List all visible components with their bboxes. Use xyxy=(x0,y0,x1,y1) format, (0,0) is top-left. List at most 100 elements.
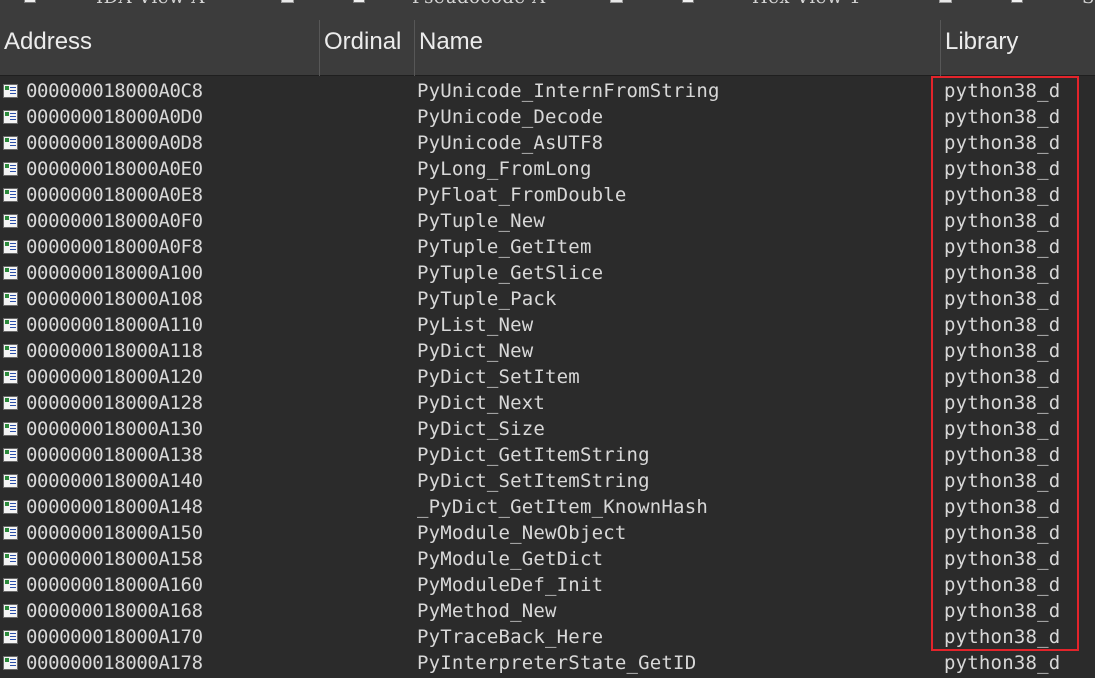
column-header-library[interactable]: Library xyxy=(941,20,1095,76)
table-row[interactable]: 000000018000A118 PyDict_New python38_d xyxy=(0,338,1095,364)
column-header-name[interactable]: Name xyxy=(415,20,941,76)
address-cell: 000000018000A100 xyxy=(26,262,203,284)
import-function-icon xyxy=(3,162,18,176)
name-cell: PyDict_SetItemString xyxy=(417,470,650,492)
table-row[interactable]: 000000018000A0F0 PyTuple_New python38_d xyxy=(0,208,1095,234)
column-header-ordinal[interactable]: Ordinal xyxy=(320,20,415,76)
strings-icon xyxy=(1011,0,1023,3)
library-cell: python38_d xyxy=(944,288,1061,310)
import-function-icon xyxy=(3,630,18,644)
name-cell: PyUnicode_AsUTF8 xyxy=(417,132,604,154)
import-function-icon xyxy=(3,240,18,254)
import-function-icon xyxy=(3,552,18,566)
tab-label: IDA View-A xyxy=(96,0,205,8)
library-cell: python38_d xyxy=(944,236,1061,258)
library-cell: python38_d xyxy=(944,106,1061,128)
name-cell: PyTuple_New xyxy=(417,210,546,232)
library-cell: python38_d xyxy=(944,314,1061,336)
import-function-icon xyxy=(3,500,18,514)
library-cell: python38_d xyxy=(944,626,1061,648)
address-cell: 000000018000A158 xyxy=(26,548,203,570)
import-function-icon xyxy=(3,604,18,618)
name-cell: PyDict_SetItem xyxy=(417,366,580,388)
table-row[interactable]: 000000018000A0E0 PyLong_FromLong python38_… xyxy=(0,156,1095,182)
column-header: Address Ordinal Name Library xyxy=(0,20,1095,76)
import-function-icon xyxy=(3,370,18,384)
name-cell: PyUnicode_InternFromString xyxy=(417,80,720,102)
table-row[interactable]: 000000018000A108 PyTuple_Pack python38_d xyxy=(0,286,1095,312)
name-cell: PyTuple_GetSlice xyxy=(417,262,604,284)
address-cell: 000000018000A0D8 xyxy=(26,132,203,154)
table-row[interactable]: 000000018000A140 PyDict_SetItemString pyth… xyxy=(0,468,1095,494)
table-row[interactable]: 000000018000A0D0 PyUnicode_Decode python38… xyxy=(0,104,1095,130)
table-row[interactable]: 000000018000A0C8 PyUnicode_InternFromStri… xyxy=(0,78,1095,104)
import-function-icon xyxy=(3,188,18,202)
import-function-icon xyxy=(3,656,18,670)
table-row[interactable]: 000000018000A178 PyInterpreterState_GetID… xyxy=(0,650,1095,676)
table-row[interactable]: 000000018000A110 PyList_New python38_d xyxy=(0,312,1095,338)
import-function-icon xyxy=(3,318,18,332)
table-row[interactable]: 000000018000A160 PyModuleDef_Init python38… xyxy=(0,572,1095,598)
name-cell: PyModuleDef_Init xyxy=(417,574,604,596)
import-function-icon xyxy=(3,526,18,540)
table-row[interactable]: 000000018000A138 PyDict_GetItemString pyth… xyxy=(0,442,1095,468)
close-icon[interactable]: × xyxy=(610,0,623,3)
library-cell: python38_d xyxy=(944,444,1061,466)
tab-label: Hex View-1 xyxy=(752,0,861,8)
library-cell: python38_d xyxy=(944,418,1061,440)
library-cell: python38_d xyxy=(944,340,1061,362)
table-row[interactable]: 000000018000A130 PyDict_Size python38_d xyxy=(0,416,1095,442)
import-function-icon xyxy=(3,474,18,488)
address-cell: 000000018000A0F0 xyxy=(26,210,203,232)
table-row[interactable]: 000000018000A168 PyMethod_New python38_d xyxy=(0,598,1095,624)
pseudocode-icon xyxy=(353,0,365,3)
imports-window: IDA View-A × Pseudocode-A × Hex View-1 ×… xyxy=(0,0,1095,678)
address-cell: 000000018000A150 xyxy=(26,522,203,544)
table-row[interactable]: 000000018000A158 PyModule_GetDict python38… xyxy=(0,546,1095,572)
library-cell: python38_d xyxy=(944,366,1061,388)
import-function-icon xyxy=(3,84,18,98)
import-function-icon xyxy=(3,344,18,358)
table-row[interactable]: 000000018000A120 PyDict_SetItem python38_d xyxy=(0,364,1095,390)
address-cell: 000000018000A140 xyxy=(26,470,203,492)
import-function-icon xyxy=(3,578,18,592)
name-cell: PyModule_GetDict xyxy=(417,548,604,570)
name-cell: PyFloat_FromDouble xyxy=(417,184,627,206)
address-cell: 000000018000A148 xyxy=(26,496,203,518)
import-function-icon xyxy=(3,292,18,306)
address-cell: 000000018000A118 xyxy=(26,340,203,362)
address-cell: 000000018000A0C8 xyxy=(26,80,203,102)
address-cell: 000000018000A168 xyxy=(26,600,203,622)
library-cell: python38_d xyxy=(944,652,1061,674)
name-cell: _PyDict_GetItem_KnownHash xyxy=(417,496,708,518)
close-icon[interactable]: × xyxy=(281,0,294,3)
address-cell: 000000018000A128 xyxy=(26,392,203,414)
table-row[interactable]: 000000018000A150 PyModule_NewObject python… xyxy=(0,520,1095,546)
tab-bar: IDA View-A × Pseudocode-A × Hex View-1 ×… xyxy=(0,0,1095,20)
table-row[interactable]: 000000018000A0E8 PyFloat_FromDouble python… xyxy=(0,182,1095,208)
tab-label: S xyxy=(1082,0,1095,8)
table-row[interactable]: 000000018000A170 PyTraceBack_Here python38… xyxy=(0,624,1095,650)
table-row[interactable]: 000000018000A128 PyDict_Next python38_d xyxy=(0,390,1095,416)
column-header-address[interactable]: Address xyxy=(0,20,320,76)
imports-table: 000000018000A0C8 PyUnicode_InternFromStri… xyxy=(0,78,1095,676)
table-row[interactable]: 000000018000A100 PyTuple_GetSlice python38… xyxy=(0,260,1095,286)
name-cell: PyModule_NewObject xyxy=(417,522,627,544)
name-cell: PyDict_New xyxy=(417,340,534,362)
library-cell: python38_d xyxy=(944,522,1061,544)
address-cell: 000000018000A108 xyxy=(26,288,203,310)
tab-label: Pseudocode-A xyxy=(412,0,546,8)
import-function-icon xyxy=(3,214,18,228)
name-cell: PyList_New xyxy=(417,314,534,336)
name-cell: PyDict_Size xyxy=(417,418,546,440)
table-row[interactable]: 000000018000A0D8 PyUnicode_AsUTF8 python38… xyxy=(0,130,1095,156)
import-function-icon xyxy=(3,396,18,410)
table-row[interactable]: 000000018000A0F8 PyTuple_GetItem python38_… xyxy=(0,234,1095,260)
close-icon[interactable]: × xyxy=(939,0,952,3)
address-cell: 000000018000A130 xyxy=(26,418,203,440)
name-cell: PyInterpreterState_GetID xyxy=(417,652,697,674)
library-cell: python38_d xyxy=(944,158,1061,180)
library-cell: python38_d xyxy=(944,496,1061,518)
name-cell: PyMethod_New xyxy=(417,600,557,622)
table-row[interactable]: 000000018000A148 _PyDict_GetItem_KnownHas… xyxy=(0,494,1095,520)
